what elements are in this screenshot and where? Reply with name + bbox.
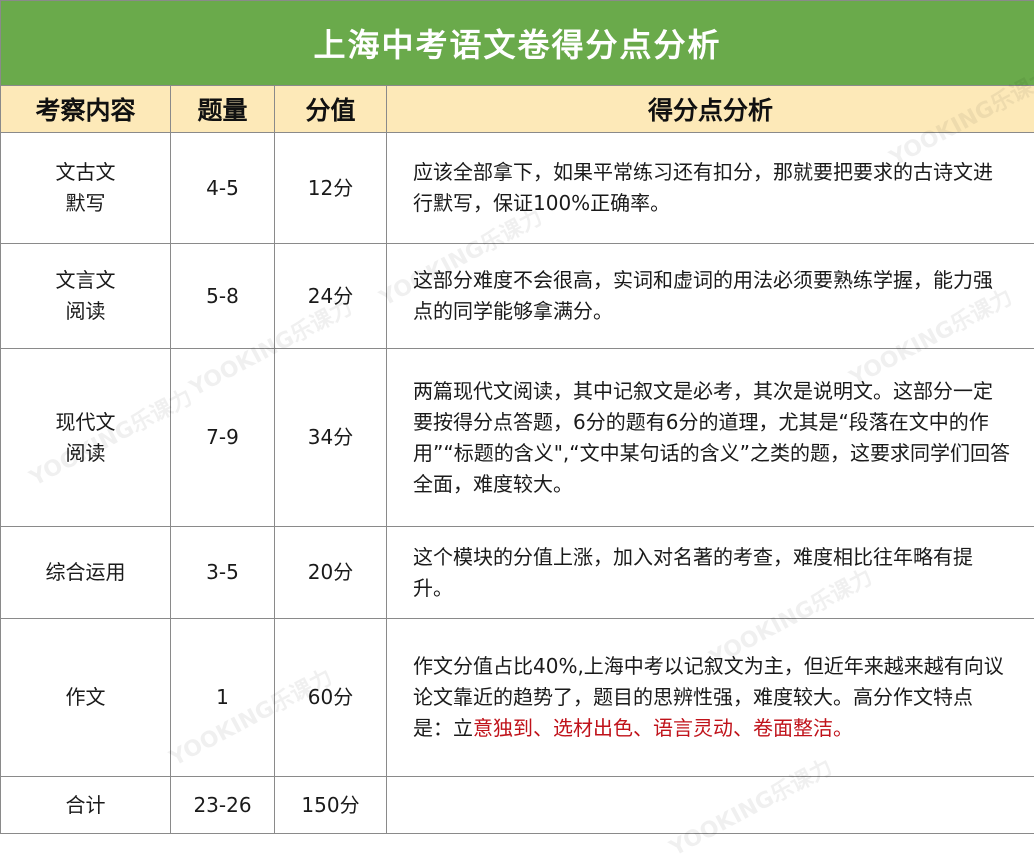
content-line: 阅读 [1, 438, 170, 469]
analysis-cell: 这个模块的分值上涨，加入对名著的考查，难度相比往年略有提升。 [387, 527, 1034, 619]
count-cell: 7-9 [171, 349, 275, 527]
total-row: 合计 23-26 150分 [1, 777, 1034, 834]
score-cell: 150分 [275, 777, 387, 834]
analysis-cell: 应该全部拿下，如果平常练习还有扣分，那就要把要求的古诗文进行默写，保证100%正… [387, 133, 1034, 244]
table-row: 文言文 阅读 5-8 24分 这部分难度不会很高，实词和虚词的用法必须要熟练学握… [1, 244, 1034, 349]
analysis-cell: 这部分难度不会很高，实词和虚词的用法必须要熟练学握，能力强点的同学能够拿满分。 [387, 244, 1034, 349]
content-line: 文言文 [1, 265, 170, 296]
content-cell: 综合运用 [1, 527, 171, 619]
content-line: 现代文 [1, 407, 170, 438]
header-row: 考察内容 题量 分值 得分点分析 [1, 86, 1034, 133]
content-cell: 文言文 阅读 [1, 244, 171, 349]
count-cell: 5-8 [171, 244, 275, 349]
score-analysis-sheet: 上海中考语文卷得分点分析 考察内容 题量 分值 得分点分析 文古文 默写 4-5… [0, 0, 1034, 835]
title-row: 上海中考语文卷得分点分析 [1, 1, 1034, 86]
content-line: 作文 [1, 682, 170, 713]
analysis-text: 这部分难度不会很高，实词和虚词的用法必须要熟练学握，能力强点的同学能够拿满分。 [413, 268, 993, 323]
table-row: 作文 1 60分 作文分值占比40%,上海中考以记叙文为主，但近年来越来越有向议… [1, 619, 1034, 777]
content-line: 阅读 [1, 296, 170, 327]
table-row: 现代文 阅读 7-9 34分 两篇现代文阅读，其中记叙文是必考，其次是说明文。这… [1, 349, 1034, 527]
analysis-cell: 作文分值占比40%,上海中考以记叙文为主，但近年来越来越有向议论文靠近的趋势了，… [387, 619, 1034, 777]
page-title: 上海中考语文卷得分点分析 [1, 1, 1034, 86]
content-line: 默写 [1, 188, 170, 219]
score-cell: 24分 [275, 244, 387, 349]
analysis-cell: 两篇现代文阅读，其中记叙文是必考，其次是说明文。这部分一定要按得分点答题，6分的… [387, 349, 1034, 527]
count-cell: 23-26 [171, 777, 275, 834]
count-cell: 1 [171, 619, 275, 777]
content-cell: 合计 [1, 777, 171, 834]
content-cell: 作文 [1, 619, 171, 777]
score-cell: 12分 [275, 133, 387, 244]
analysis-cell [387, 777, 1034, 834]
analysis-text: 应该全部拿下，如果平常练习还有扣分，那就要把要求的古诗文进行默写，保证100%正… [413, 160, 993, 215]
header-count: 题量 [171, 86, 275, 133]
content-line: 合计 [1, 790, 170, 821]
score-cell: 20分 [275, 527, 387, 619]
analysis-text: 两篇现代文阅读，其中记叙文是必考，其次是说明文。这部分一定要按得分点答题，6分的… [413, 379, 1010, 496]
analysis-highlight: 意独到、选材出色、语言灵动、卷面整洁。 [473, 716, 853, 740]
header-content: 考察内容 [1, 86, 171, 133]
header-score: 分值 [275, 86, 387, 133]
score-table: 上海中考语文卷得分点分析 考察内容 题量 分值 得分点分析 文古文 默写 4-5… [0, 0, 1034, 834]
score-cell: 34分 [275, 349, 387, 527]
content-cell: 文古文 默写 [1, 133, 171, 244]
content-line: 文古文 [1, 157, 170, 188]
count-cell: 4-5 [171, 133, 275, 244]
score-cell: 60分 [275, 619, 387, 777]
analysis-text: 这个模块的分值上涨，加入对名著的考查，难度相比往年略有提升。 [413, 545, 973, 600]
header-analysis: 得分点分析 [387, 86, 1034, 133]
table-row: 文古文 默写 4-5 12分 应该全部拿下，如果平常练习还有扣分，那就要把要求的… [1, 133, 1034, 244]
content-line: 综合运用 [1, 557, 170, 588]
count-cell: 3-5 [171, 527, 275, 619]
content-cell: 现代文 阅读 [1, 349, 171, 527]
table-row: 综合运用 3-5 20分 这个模块的分值上涨，加入对名著的考查，难度相比往年略有… [1, 527, 1034, 619]
